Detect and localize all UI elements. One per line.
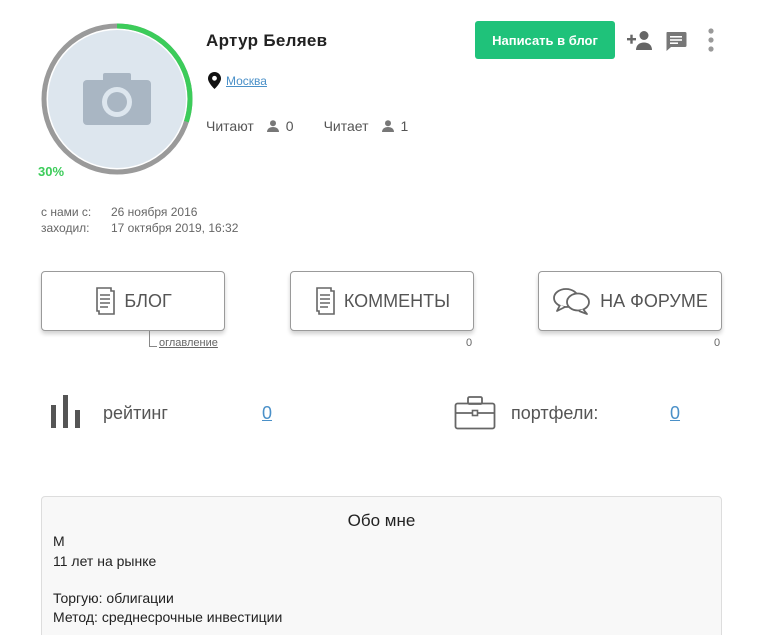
portfolios-label: портфели:	[511, 403, 599, 423]
about-line: М	[53, 533, 65, 549]
blog-tab-button[interactable]: БЛОГ	[41, 271, 225, 331]
forum-tab-button[interactable]: НА ФОРУМЕ	[538, 271, 722, 331]
followers-count: 0	[285, 118, 294, 134]
camera-icon	[83, 73, 151, 125]
follow-stats: Читают 0 Читает 1	[206, 118, 408, 134]
following-count: 1	[400, 118, 409, 134]
person-icon	[266, 120, 279, 132]
joined-value: 26 ноября 2016	[111, 205, 198, 219]
location: Москва	[208, 72, 267, 89]
message-icon[interactable]	[665, 31, 687, 56]
about-line: 11 лет на рынке	[53, 553, 157, 569]
briefcase-icon	[454, 396, 496, 430]
rating-bars-icon	[51, 395, 80, 428]
toc-link[interactable]: оглавление	[159, 337, 218, 349]
profile-progress-label: 30%	[38, 164, 65, 179]
comments-tab-button[interactable]: КОММЕНТЫ	[290, 271, 474, 331]
comments-tab-label: КОММЕНТЫ	[343, 290, 451, 311]
portfolios-value-link[interactable]: 0	[670, 403, 680, 424]
followers-group[interactable]: Читают 0	[206, 118, 294, 134]
add-friend-icon[interactable]	[627, 30, 653, 55]
visited-value: 17 октября 2019, 16:32	[111, 221, 239, 235]
forum-tab-label: НА ФОРУМЕ	[600, 290, 708, 311]
member-meta: с нами с: 26 ноября 2016 заходил: 17 окт…	[41, 204, 238, 236]
write-blog-button[interactable]: Написать в блог	[475, 21, 615, 59]
document-icon	[316, 287, 335, 315]
avatar[interactable]	[40, 22, 194, 176]
forum-count: 0	[714, 337, 721, 349]
blog-tab-label: БЛОГ	[124, 290, 172, 311]
location-link[interactable]: Москва	[226, 74, 267, 88]
visited-label: заходил:	[41, 221, 90, 235]
document-icon	[96, 287, 116, 315]
following-group[interactable]: Читает 1	[324, 118, 409, 134]
about-line: Метод: среднесрочные инвестиции	[53, 609, 283, 625]
person-icon	[381, 120, 394, 132]
more-vert-icon[interactable]	[707, 28, 715, 57]
chat-bubbles-icon	[553, 288, 591, 315]
followers-label: Читают	[206, 118, 254, 134]
user-name: Артур Беляев	[206, 31, 328, 50]
rating-value-link[interactable]: 0	[262, 403, 272, 424]
location-pin-icon	[208, 72, 221, 89]
about-line: Торгую: облигации	[53, 590, 174, 606]
toc-connector	[149, 331, 157, 347]
following-label: Читает	[323, 118, 369, 134]
comments-count: 0	[466, 337, 473, 349]
about-title: Обо мне	[347, 511, 416, 530]
joined-label: с нами с:	[41, 205, 92, 219]
about-section: Обо мне М 11 лет на рынке Торгую: облига…	[41, 496, 722, 635]
avatar-placeholder	[48, 30, 186, 168]
rating-label: рейтинг	[103, 403, 168, 423]
